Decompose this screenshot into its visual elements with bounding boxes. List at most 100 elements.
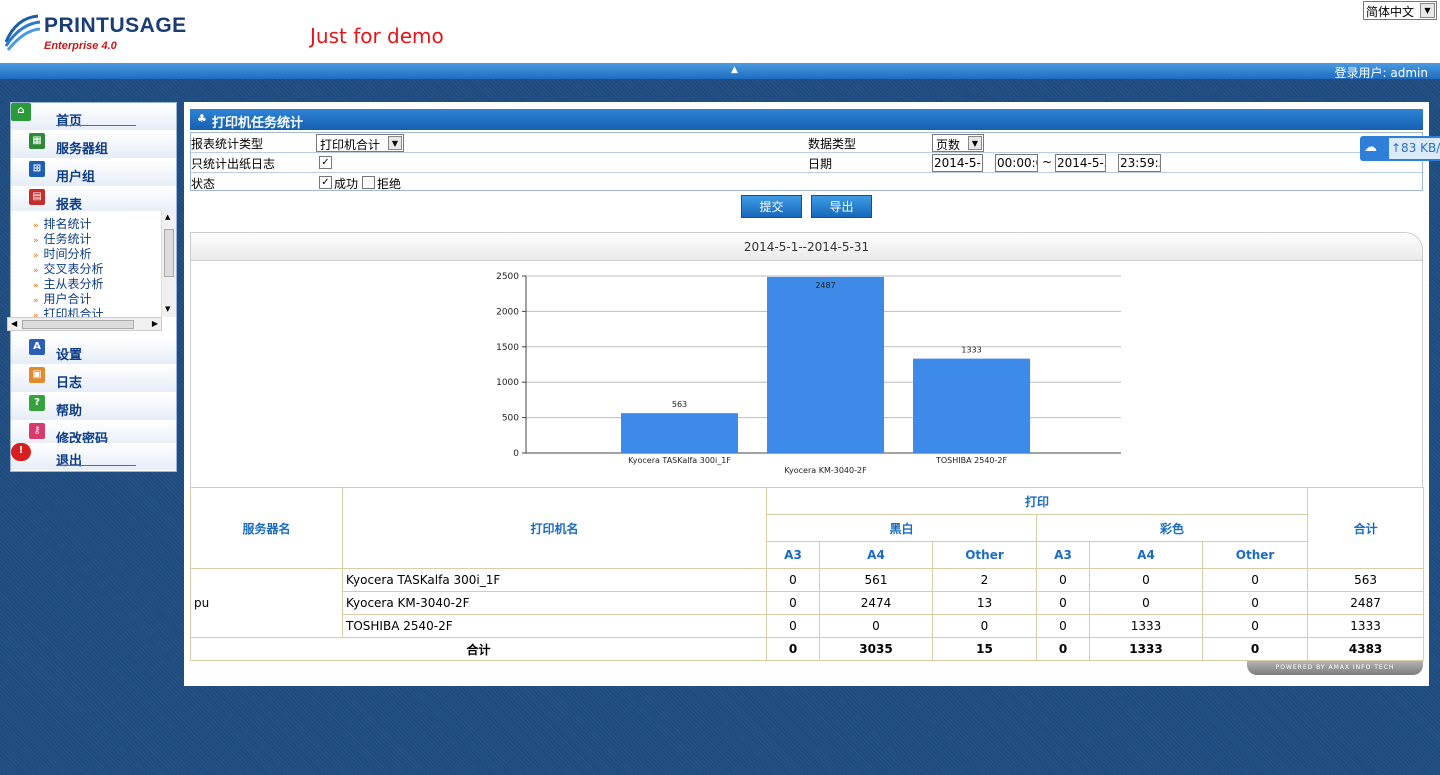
x-tick-label: TOSHIBA 2540-2F <box>935 456 1007 465</box>
cell: 1333 <box>1307 614 1425 638</box>
chevron-down-icon: ▼ <box>968 136 982 150</box>
cell: 3035 <box>819 637 933 661</box>
printer-cell: Kyocera KM-3040-2F <box>342 591 767 615</box>
submenu-label: 排名统计 <box>43 217 92 231</box>
cell: 0 <box>819 614 933 638</box>
cell: 0 <box>1201 591 1309 615</box>
log-icon: ▣ <box>29 367 45 383</box>
nav-label: 退出 <box>56 454 83 469</box>
nav-label: 首页 <box>56 114 83 129</box>
header-server: 服务器名 <box>190 487 343 569</box>
header-bw-other: Other <box>932 541 1037 569</box>
nav-item-server-group[interactable]: ▦ 服务器组 <box>11 131 176 159</box>
cell: 0 <box>766 591 820 615</box>
cell: 0 <box>1036 591 1090 615</box>
cell: 0 <box>1201 614 1309 638</box>
header-bw: 黑白 <box>766 514 1037 542</box>
data-label: 2487 <box>815 281 835 290</box>
nav-label: 用户组 <box>56 170 96 185</box>
paper-log-checkbox[interactable]: ✓ <box>319 156 332 169</box>
nav-item-home[interactable]: ⌂ 首页 <box>11 103 176 131</box>
scroll-thumb[interactable] <box>22 320 134 329</box>
cell: 15 <box>932 637 1037 661</box>
cell: 563 <box>1307 568 1425 592</box>
status-success-checkbox[interactable]: ✓ <box>319 176 332 189</box>
submenu-label: 用户合计 <box>43 292 92 306</box>
logo-text: PRINTUSAGE <box>44 14 187 37</box>
scroll-right-icon[interactable]: ▶ <box>152 319 158 328</box>
form-row: 状态 ✓ 成功 拒绝 <box>191 173 1422 193</box>
y-tick-label: 1500 <box>496 343 519 353</box>
nav-label: 日志 <box>56 376 83 391</box>
bar <box>913 358 1031 453</box>
divider <box>56 465 136 466</box>
date-from-input[interactable]: 2014-5-1 <box>932 154 983 172</box>
status-reject-checkbox[interactable] <box>362 176 375 189</box>
table-row: pu Kyocera TASKalfa 300i_1F 0 561 2 0 0 … <box>190 568 1425 638</box>
network-speed-widget[interactable]: ☁ ↑83 KB/s <box>1360 136 1440 161</box>
data-type-select[interactable]: 页数 ▼ <box>932 134 984 152</box>
nav-item-help[interactable]: ? 帮助 <box>11 393 176 421</box>
nav-item-user-group[interactable]: ⊞ 用户组 <box>11 159 176 187</box>
demo-label: Just for demo <box>310 24 444 48</box>
cell: 561 <box>819 568 933 592</box>
nav-label: 设置 <box>56 348 83 363</box>
logo-subtitle: Enterprise 4.0 <box>44 40 117 52</box>
scroll-up-icon[interactable]: ▲ <box>165 213 170 221</box>
horizontal-scrollbar[interactable]: ◀ ▶ <box>7 317 162 331</box>
cell: 4383 <box>1307 637 1425 661</box>
divider <box>56 125 136 126</box>
time-from-input[interactable]: 00:00:0 <box>995 154 1038 172</box>
header-total: 合计 <box>1307 487 1425 569</box>
submit-button[interactable]: 提交 <box>741 195 802 218</box>
sitemap-icon: ♣ <box>197 112 207 125</box>
status-label: 状态 <box>191 177 216 191</box>
bar <box>621 413 739 453</box>
language-select[interactable]: 简体中文 ▼ <box>1363 1 1437 20</box>
scroll-left-icon[interactable]: ◀ <box>11 319 17 328</box>
scroll-thumb[interactable] <box>164 229 174 277</box>
printer-cell: Kyocera TASKalfa 300i_1F <box>342 568 767 592</box>
header: PRINTUSAGE Enterprise 4.0 Just for demo … <box>0 0 1440 63</box>
nav-item-logout[interactable]: ! 退出 <box>11 443 176 471</box>
chart-title: 2014-5-1--2014-5-31 <box>743 240 870 254</box>
total-label: 合计 <box>190 637 767 661</box>
form-row: 只统计出纸日志 ✓ 日期 2014-5-1 00:00:0 ~ 2014-5-3… <box>191 153 1422 173</box>
cell: 0 <box>766 637 820 661</box>
cell: 0 <box>1036 568 1090 592</box>
export-button[interactable]: 导出 <box>811 195 872 218</box>
data-label: 1333 <box>961 346 981 355</box>
chevron-down-icon: ▼ <box>1420 3 1435 18</box>
x-tick-label: Kyocera TASKalfa 300i_1F <box>628 456 731 465</box>
submenu-item-printer-total[interactable]: » 打印机合计 <box>33 305 104 317</box>
sidebar: ⌂ 首页 ▦ 服务器组 ⊞ 用户组 ▤ 报表 » 排名统计 » 任务统计 » 时间分析… <box>7 102 177 472</box>
data-table: 服务器名 打印机名 打印 合计 黑白 彩色 A3 A4 Other A3 A4 … <box>190 487 1425 661</box>
cell: 0 <box>1036 614 1090 638</box>
data-label: 563 <box>672 400 687 409</box>
scroll-down-icon[interactable]: ▼ <box>165 305 170 313</box>
report-type-select[interactable]: 打印机合计 ▼ <box>316 134 404 152</box>
cloud-icon: ☁ <box>1364 140 1377 155</box>
user-group-icon: ⊞ <box>29 161 45 177</box>
login-user: 登录用户: admin <box>1334 66 1428 80</box>
y-tick-label: 1000 <box>496 378 519 388</box>
vertical-scrollbar[interactable]: ▲ ▼ <box>161 211 176 317</box>
status-success-label: 成功 <box>334 177 359 191</box>
home-icon: ⌂ <box>11 103 31 121</box>
report-type-label: 报表统计类型 <box>191 137 264 151</box>
time-to-input[interactable]: 23:59:5 <box>1118 154 1161 172</box>
nav-item-settings[interactable]: A 设置 <box>11 337 176 365</box>
total-row: 合计 0 3035 15 0 1333 0 4383 <box>190 637 1425 661</box>
date-to-input[interactable]: 2014-5-3 <box>1055 154 1106 172</box>
help-icon: ? <box>29 395 45 411</box>
settings-icon: A <box>29 339 45 355</box>
x-tick-label: Kyocera KM-3040-2F <box>784 466 867 475</box>
status-reject-label: 拒绝 <box>377 177 402 191</box>
collapse-toggle-icon[interactable]: ▲ <box>731 65 738 75</box>
network-speed: ↑83 KB/s <box>1389 138 1440 159</box>
data-table-wrap: 服务器名 打印机名 打印 合计 黑白 彩色 A3 A4 Other A3 A4 … <box>190 487 1425 661</box>
cell: 1333 <box>1089 637 1203 661</box>
logo: PRINTUSAGE Enterprise 4.0 <box>0 6 210 52</box>
cell: 0 <box>766 614 820 638</box>
nav-item-log[interactable]: ▣ 日志 <box>11 365 176 393</box>
